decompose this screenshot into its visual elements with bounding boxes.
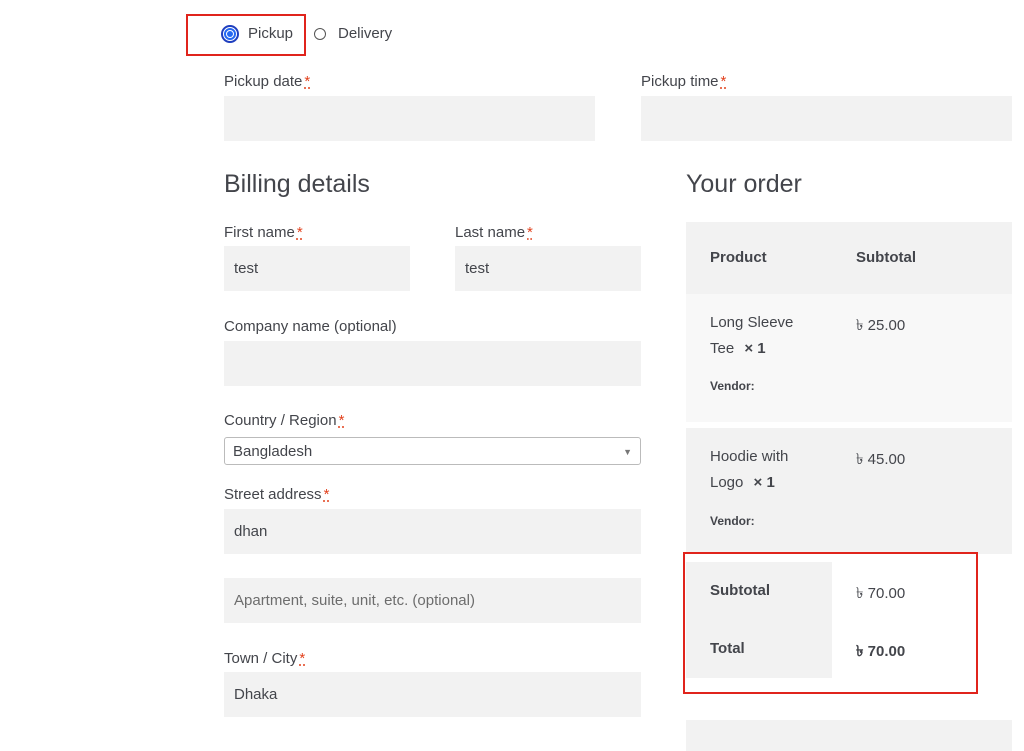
item-qty: × 1 <box>744 340 766 357</box>
item-name-line2: Logo × 1 <box>710 474 775 491</box>
apartment-input[interactable]: Apartment, suite, unit, etc. (optional) <box>224 578 641 623</box>
pickup-time-label-text: Pickup time <box>641 73 719 90</box>
company-input[interactable] <box>224 341 641 386</box>
totals-highlight-box <box>683 552 978 694</box>
last-name-label: Last name * <box>455 224 533 241</box>
item-name-part: Logo <box>710 474 744 491</box>
pickup-date-label: Pickup date * <box>224 73 310 90</box>
pickup-radio-label[interactable]: Pickup <box>248 25 293 42</box>
order-table-row <box>686 428 1012 554</box>
street-input[interactable]: dhan <box>224 509 641 554</box>
required-mark: * <box>323 486 330 503</box>
city-input[interactable]: Dhaka <box>224 672 641 717</box>
country-label-text: Country / Region <box>224 412 337 429</box>
country-select[interactable]: Bangladesh ▼ <box>224 437 641 465</box>
delivery-radio-label[interactable]: Delivery <box>338 25 392 42</box>
city-label-text: Town / City <box>224 650 298 667</box>
required-mark: * <box>299 650 306 667</box>
item-vendor: Vendor: <box>710 514 755 528</box>
last-name-input[interactable]: test <box>455 246 641 291</box>
pickup-time-label: Pickup time * <box>641 73 726 90</box>
street-label-text: Street address <box>224 486 322 503</box>
city-label: Town / City * <box>224 650 305 667</box>
delivery-radio[interactable] <box>314 28 326 40</box>
company-label: Company name (optional) <box>224 318 397 335</box>
required-mark: * <box>527 224 533 241</box>
first-name-input[interactable]: test <box>224 246 410 291</box>
item-vendor: Vendor: <box>710 379 755 393</box>
pickup-date-input[interactable] <box>224 96 595 141</box>
required-mark: * <box>296 224 303 241</box>
required-mark: * <box>338 412 345 429</box>
chevron-down-icon: ▼ <box>623 447 632 457</box>
country-select-value: Bangladesh <box>233 442 313 460</box>
country-label: Country / Region * <box>224 412 344 429</box>
pickup-time-input[interactable] <box>641 96 1012 141</box>
street-label: Street address * <box>224 486 329 503</box>
required-mark: * <box>304 73 311 90</box>
required-mark: * <box>720 73 727 90</box>
pickup-date-label-text: Pickup date <box>224 73 303 90</box>
last-name-label-text: Last name <box>455 224 526 241</box>
first-name-label: First name * <box>224 224 303 241</box>
first-name-label-text: First name <box>224 224 295 241</box>
col-header-subtotal: Subtotal <box>856 249 916 266</box>
order-table-footer-bg <box>686 720 1012 751</box>
item-name-part: Tee <box>710 340 735 357</box>
item-price: ৳ 25.00 <box>856 317 906 334</box>
item-name: Hoodie with <box>710 448 789 465</box>
item-price: ৳ 45.00 <box>856 451 906 468</box>
item-name-line2: Tee × 1 <box>710 340 766 357</box>
item-name: Long Sleeve <box>710 314 794 331</box>
order-heading: Your order <box>686 170 802 198</box>
billing-heading: Billing details <box>224 170 370 198</box>
item-qty: × 1 <box>753 474 775 491</box>
col-header-product: Product <box>710 249 767 266</box>
pickup-radio[interactable] <box>221 25 239 43</box>
